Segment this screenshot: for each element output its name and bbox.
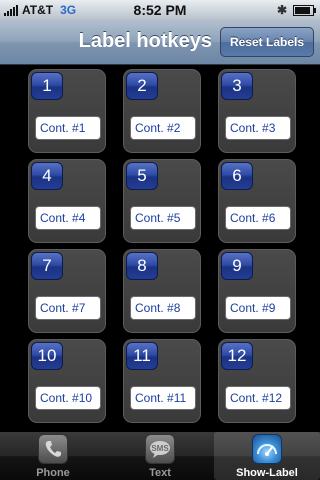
hotkey-label-field[interactable]: Cont. #7 (35, 296, 101, 320)
hotkey-label-field[interactable]: Cont. #1 (35, 116, 101, 140)
hotkey-number-button[interactable]: 2 (126, 72, 158, 100)
hotkey-cell: 2 Cont. #2 (123, 69, 201, 153)
hotkey-number-button[interactable]: 5 (126, 162, 158, 190)
hotkey-number-button[interactable]: 1 (31, 72, 63, 100)
hotkey-cell: 9 Cont. #9 (218, 249, 296, 333)
status-bar: AT&T 3G 8:52 PM ✱ (0, 0, 320, 20)
reset-labels-button[interactable]: Reset Labels (220, 27, 314, 57)
phone-icon (38, 434, 68, 464)
navigation-bar: Label hotkeys Reset Labels (0, 20, 320, 65)
hotkey-cell: 4 Cont. #4 (28, 159, 106, 243)
status-time: 8:52 PM (133, 2, 187, 18)
tab-show-label[interactable]: Show-Label (214, 432, 320, 480)
hotkey-label-field[interactable]: Cont. #5 (130, 206, 196, 230)
hotkey-cell: 12 Cont. #12 (218, 339, 296, 423)
hotkey-number-button[interactable]: 10 (31, 342, 63, 370)
hotkey-cell: 10 Cont. #10 (28, 339, 106, 423)
hotkey-number-button[interactable]: 6 (221, 162, 253, 190)
hotkey-cell: 5 Cont. #5 (123, 159, 201, 243)
hotkey-label-field[interactable]: Cont. #2 (130, 116, 196, 140)
hotkey-label-field[interactable]: Cont. #11 (130, 386, 196, 410)
tab-label: Phone (36, 467, 70, 479)
hotkey-number-button[interactable]: 11 (126, 342, 158, 370)
sms-icon: SMS (145, 434, 175, 464)
tab-phone[interactable]: Phone (0, 432, 106, 480)
hotkey-number-button[interactable]: 9 (221, 252, 253, 280)
hotkey-label-field[interactable]: Cont. #9 (225, 296, 291, 320)
hotkey-number-button[interactable]: 12 (221, 342, 253, 370)
hotkey-number-button[interactable]: 4 (31, 162, 63, 190)
hotkey-label-field[interactable]: Cont. #3 (225, 116, 291, 140)
tab-label: Show-Label (236, 467, 298, 479)
hotkey-cell: 8 Cont. #8 (123, 249, 201, 333)
hotkey-number-button[interactable]: 7 (31, 252, 63, 280)
tab-text[interactable]: SMS Text (107, 432, 213, 480)
hotkey-label-field[interactable]: Cont. #8 (130, 296, 196, 320)
hotkey-label-field[interactable]: Cont. #12 (225, 386, 291, 410)
speedometer-icon (252, 434, 282, 464)
battery-icon (293, 4, 316, 16)
tab-bar: Phone SMS Text Show-Label (0, 432, 320, 480)
hotkey-label-field[interactable]: Cont. #4 (35, 206, 101, 230)
page-title: Label hotkeys (78, 30, 212, 52)
hotkey-cell: 11 Cont. #11 (123, 339, 201, 423)
hotkey-number-button[interactable]: 8 (126, 252, 158, 280)
hotkey-cell: 1 Cont. #1 (28, 69, 106, 153)
hotkey-number-button[interactable]: 3 (221, 72, 253, 100)
tab-label: Text (149, 467, 171, 479)
hotkey-cell: 6 Cont. #6 (218, 159, 296, 243)
hotkey-cell: 3 Cont. #3 (218, 69, 296, 153)
bluetooth-icon: ✱ (276, 3, 287, 17)
sms-icon-text: SMS (151, 444, 169, 453)
hotkey-grid: 1 Cont. #1 2 Cont. #2 3 Cont. #3 4 Cont. #4 5 Con… (0, 65, 320, 432)
hotkey-label-field[interactable]: Cont. #6 (225, 206, 291, 230)
hotkey-label-field[interactable]: Cont. #10 (35, 386, 101, 410)
hotkey-cell: 7 Cont. #7 (28, 249, 106, 333)
